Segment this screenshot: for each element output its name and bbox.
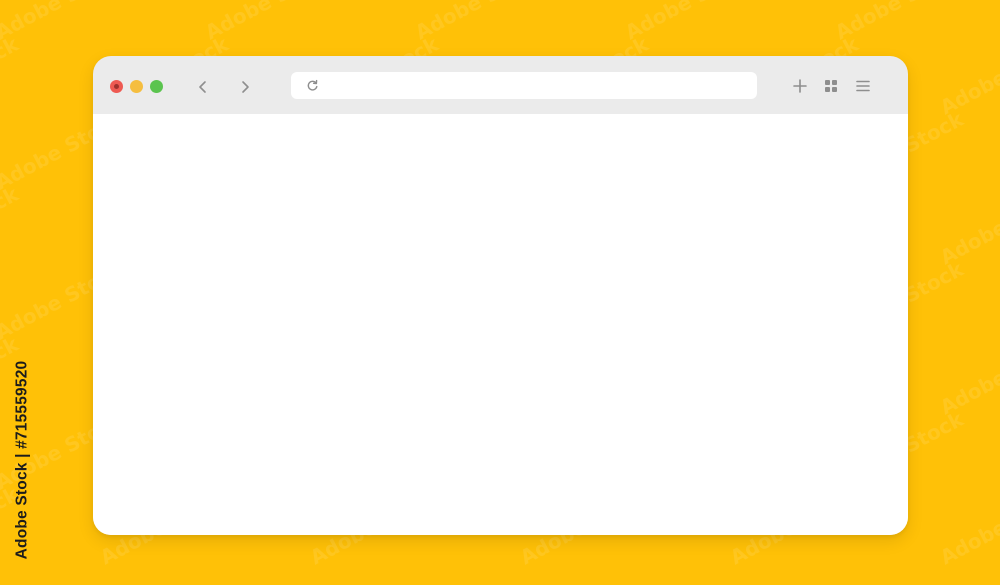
forward-button[interactable]	[233, 75, 257, 99]
watermark-text: Adobe Stock	[936, 332, 1000, 420]
chevron-right-icon	[242, 81, 249, 93]
watermark-text: Adobe Stock	[0, 0, 128, 44]
page: { "colors": { "background": "#FFC107", "…	[0, 0, 1000, 585]
watermark-text: Adobe Stock	[936, 32, 1000, 120]
grid-icon	[825, 80, 837, 92]
reload-icon	[307, 79, 318, 91]
hamburger-menu-icon	[856, 80, 870, 92]
back-button[interactable]	[191, 75, 215, 99]
menu-button[interactable]	[851, 74, 875, 98]
watermark-text: Adobe Stock	[0, 182, 23, 270]
close-window-button[interactable]	[110, 80, 123, 93]
new-tab-button[interactable]	[788, 74, 812, 98]
watermark-text: Adobe Stock	[0, 32, 23, 120]
watermark-text: Adobe Stock	[936, 482, 1000, 570]
chevron-left-icon	[199, 81, 206, 93]
tab-overview-button[interactable]	[819, 74, 843, 98]
minimize-window-button[interactable]	[130, 80, 143, 93]
browser-toolbar	[93, 56, 908, 114]
address-bar[interactable]	[291, 72, 757, 99]
watermark-text: Adobe Stock	[936, 182, 1000, 270]
browser-window	[93, 56, 908, 535]
reload-button[interactable]	[305, 78, 320, 93]
url-text[interactable]	[331, 72, 745, 99]
plus-icon	[793, 79, 807, 93]
page-content-area[interactable]	[93, 114, 908, 535]
stock-id-label: Adobe Stock | #715559520	[13, 360, 30, 560]
zoom-window-button[interactable]	[150, 80, 163, 93]
